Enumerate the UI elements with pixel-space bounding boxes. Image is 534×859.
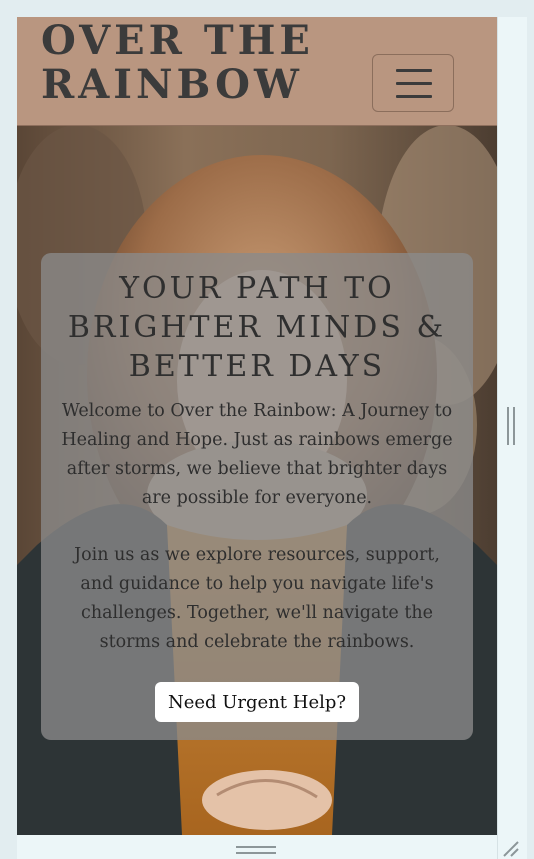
navbar-toggle-button[interactable] [372, 54, 454, 112]
hero-heading: YOUR PATH TO BRIGHTER MINDS & BETTER DAY… [67, 271, 447, 384]
join-paragraph: Join us as we explore resources, support… [74, 545, 440, 652]
welcome-card: YOUR PATH TO BRIGHTER MINDS & BETTER DAY… [41, 253, 473, 740]
hero-section: YOUR PATH TO BRIGHTER MINDS & BETTER DAY… [17, 125, 497, 835]
corner-resize-icon[interactable] [500, 838, 522, 858]
site-title[interactable]: OVER THE RAINBOW [41, 19, 361, 107]
need-urgent-help-button[interactable]: Need Urgent Help? [155, 682, 359, 722]
page-viewport: OVER THE RAINBOW YOUR PATH TO BRIGHTER M… [17, 17, 497, 835]
vertical-resize-handle[interactable] [507, 407, 515, 445]
horizontal-resize-handle[interactable] [236, 846, 276, 854]
browser-frame: OVER THE RAINBOW YOUR PATH TO BRIGHTER M… [0, 0, 534, 859]
site-header: OVER THE RAINBOW [17, 17, 497, 126]
welcome-paragraph: Welcome to Over the Rainbow: A Journey t… [61, 401, 453, 508]
